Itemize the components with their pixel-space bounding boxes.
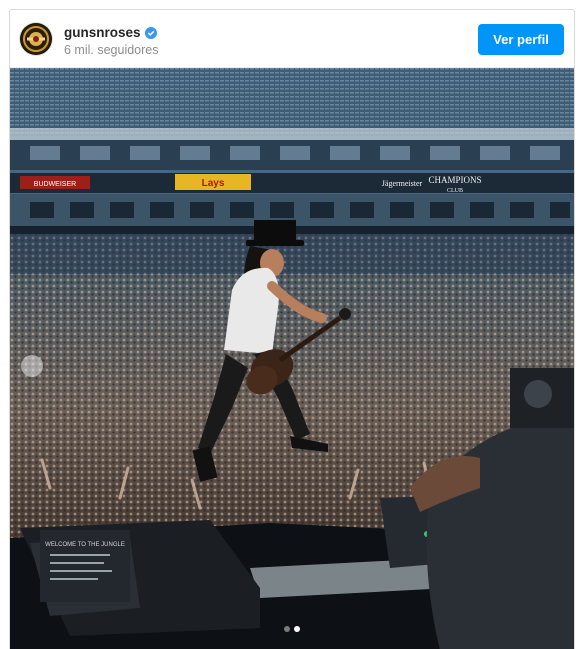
svg-text:BUDWEISER: BUDWEISER (34, 181, 76, 188)
setlist-sign: WELCOME TO THE JUNGLE (40, 530, 130, 602)
view-profile-button[interactable]: Ver perfil (478, 24, 564, 55)
carousel-indicator[interactable] (284, 626, 300, 632)
post-photo[interactable]: BUDWEISER Lays Jägermeister CHAMPIONS CL… (10, 68, 575, 649)
svg-text:WELCOME TO THE JUNGLE: WELCOME TO THE JUNGLE (45, 542, 125, 548)
svg-text:CLUB: CLUB (447, 188, 463, 194)
avatar[interactable] (20, 23, 52, 55)
svg-text:CHAMPIONS: CHAMPIONS (428, 175, 481, 185)
follower-count: 6 mil. seguidores (64, 43, 159, 57)
instagram-embed-card: gunsnroses 6 mil. seguidores Ver perfil (9, 9, 575, 649)
gnr-logo-icon (21, 24, 51, 54)
username[interactable]: gunsnroses (64, 25, 141, 40)
verified-badge-icon (144, 26, 157, 39)
svg-text:Jägermeister: Jägermeister (382, 179, 423, 188)
svg-text:Lays: Lays (202, 178, 225, 189)
carousel-dot-active[interactable] (294, 626, 300, 632)
carousel-dot[interactable] (284, 626, 290, 632)
post-header: gunsnroses 6 mil. seguidores Ver perfil (10, 10, 574, 68)
